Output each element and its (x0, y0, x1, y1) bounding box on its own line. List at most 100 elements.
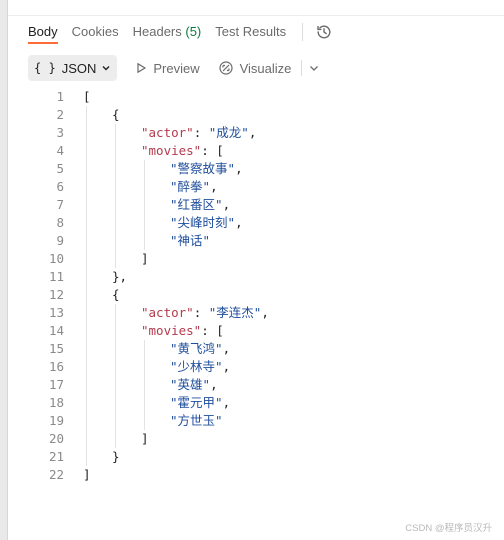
indent-guide (86, 268, 87, 286)
code-line: 1[ (8, 88, 504, 106)
line-number: 1 (56, 89, 64, 104)
json-punctuation: : [ (201, 143, 224, 158)
watermark: CSDN @程序员汉升 (405, 523, 492, 534)
line-number: 15 (48, 341, 64, 356)
indent-guide (86, 376, 87, 394)
indent-guide (144, 178, 145, 196)
json-key: "movies" (141, 323, 202, 338)
line-number: 21 (48, 449, 64, 464)
line-number: 9 (56, 233, 64, 248)
preview-button[interactable]: Preview (135, 60, 200, 76)
code-text: "movies": [ (141, 142, 224, 160)
json-string: "霍元甲" (170, 395, 223, 410)
response-toolbar: { } JSON Preview Visualize (28, 55, 320, 81)
json-string: "醉拳" (170, 179, 211, 194)
code-text: "尖峰时刻", (170, 214, 243, 232)
json-punctuation: ] (83, 467, 91, 482)
format-selector[interactable]: { } JSON (28, 55, 118, 81)
indent-guide (144, 160, 145, 178)
line-number: 10 (48, 251, 64, 266)
code-line: 10] (8, 250, 504, 268)
json-punctuation: : (193, 125, 209, 140)
indent-guide (86, 178, 87, 196)
code-line: 11}, (8, 268, 504, 286)
visualize-label: Visualize (239, 60, 292, 76)
indent-guide (115, 412, 116, 430)
history-icon[interactable] (313, 21, 335, 43)
tab-body[interactable]: Body (28, 16, 58, 48)
code-line: 9 "神话" (8, 232, 504, 250)
indent-guide (115, 376, 116, 394)
visualize-button[interactable]: Visualize (218, 60, 292, 76)
indent-guide (86, 358, 87, 376)
toolbar-divider (301, 60, 303, 76)
line-number: 20 (48, 431, 64, 446)
line-number: 4 (56, 143, 64, 158)
code-text: "醉拳", (170, 178, 218, 196)
code-line: 22] (8, 466, 504, 484)
json-punctuation: , (235, 215, 243, 230)
tab-cookies[interactable]: Cookies (72, 16, 119, 48)
json-punctuation: { (112, 107, 120, 122)
json-punctuation: , (235, 161, 243, 176)
indent-guide (144, 358, 145, 376)
code-text: ] (83, 466, 91, 484)
json-punctuation: : [ (201, 323, 224, 338)
tab-label: Test Results (215, 24, 287, 39)
code-text: "movies": [ (141, 322, 224, 340)
indent-guide (115, 430, 116, 448)
response-tabs: Body Cookies Headers (5) Test Results (28, 16, 335, 48)
indent-guide (86, 322, 87, 340)
code-line: 4 "movies": [ (8, 142, 504, 160)
code-text: }, (112, 268, 127, 286)
code-text: "少林寺", (170, 358, 230, 376)
json-key: "actor" (141, 125, 194, 140)
indent-guide (115, 142, 116, 160)
line-number: 6 (56, 179, 64, 194)
json-punctuation: , (222, 395, 231, 410)
tab-label: Headers (132, 24, 182, 39)
json-punctuation: , (261, 305, 269, 320)
tab-divider (302, 23, 304, 41)
code-text: "actor": "李连杰", (141, 304, 269, 322)
indent-guide (86, 106, 87, 124)
play-icon (135, 62, 147, 74)
tab-test-results[interactable]: Test Results (215, 16, 286, 48)
indent-guide (86, 160, 87, 178)
indent-guide (115, 304, 116, 322)
indent-guide (86, 340, 87, 358)
indent-guide (144, 340, 145, 358)
tab-label: Cookies (71, 24, 119, 39)
json-string: "英雄" (170, 377, 211, 392)
preview-label: Preview (153, 60, 200, 76)
json-string: "李连杰" (208, 305, 262, 320)
json-punctuation: , (210, 377, 218, 392)
tab-headers[interactable]: Headers (5) (133, 16, 202, 48)
indent-guide (115, 250, 116, 268)
line-number: 12 (48, 287, 64, 302)
indent-guide (115, 178, 116, 196)
line-number: 7 (56, 197, 64, 212)
indent-guide (144, 394, 145, 412)
code-line: 20] (8, 430, 504, 448)
code-text: ] (141, 250, 149, 268)
visualize-options-button[interactable] (308, 62, 320, 74)
tab-label: Body (28, 24, 58, 39)
json-punctuation: , (222, 341, 231, 356)
indent-guide (115, 394, 116, 412)
json-punctuation: } (112, 449, 120, 464)
json-string: "成龙" (208, 125, 249, 140)
code-text: "黄飞鸿", (170, 340, 230, 358)
code-text: [ (83, 88, 91, 106)
json-viewer[interactable]: 1[2{3 "actor": "成龙", 4 "movies": [5 "警察故事", 6… (8, 88, 504, 484)
code-line: 19 "方世玉" (8, 412, 504, 430)
code-line: 12 { (8, 286, 504, 304)
json-key: "actor" (141, 305, 194, 320)
left-panel-edge (0, 0, 8, 540)
indent-guide (86, 304, 87, 322)
json-punctuation: , (248, 125, 257, 140)
json-punctuation: { (112, 287, 120, 302)
indent-guide (144, 376, 145, 394)
code-line: 14 "movies": [ (8, 322, 504, 340)
indent-guide (144, 232, 145, 250)
